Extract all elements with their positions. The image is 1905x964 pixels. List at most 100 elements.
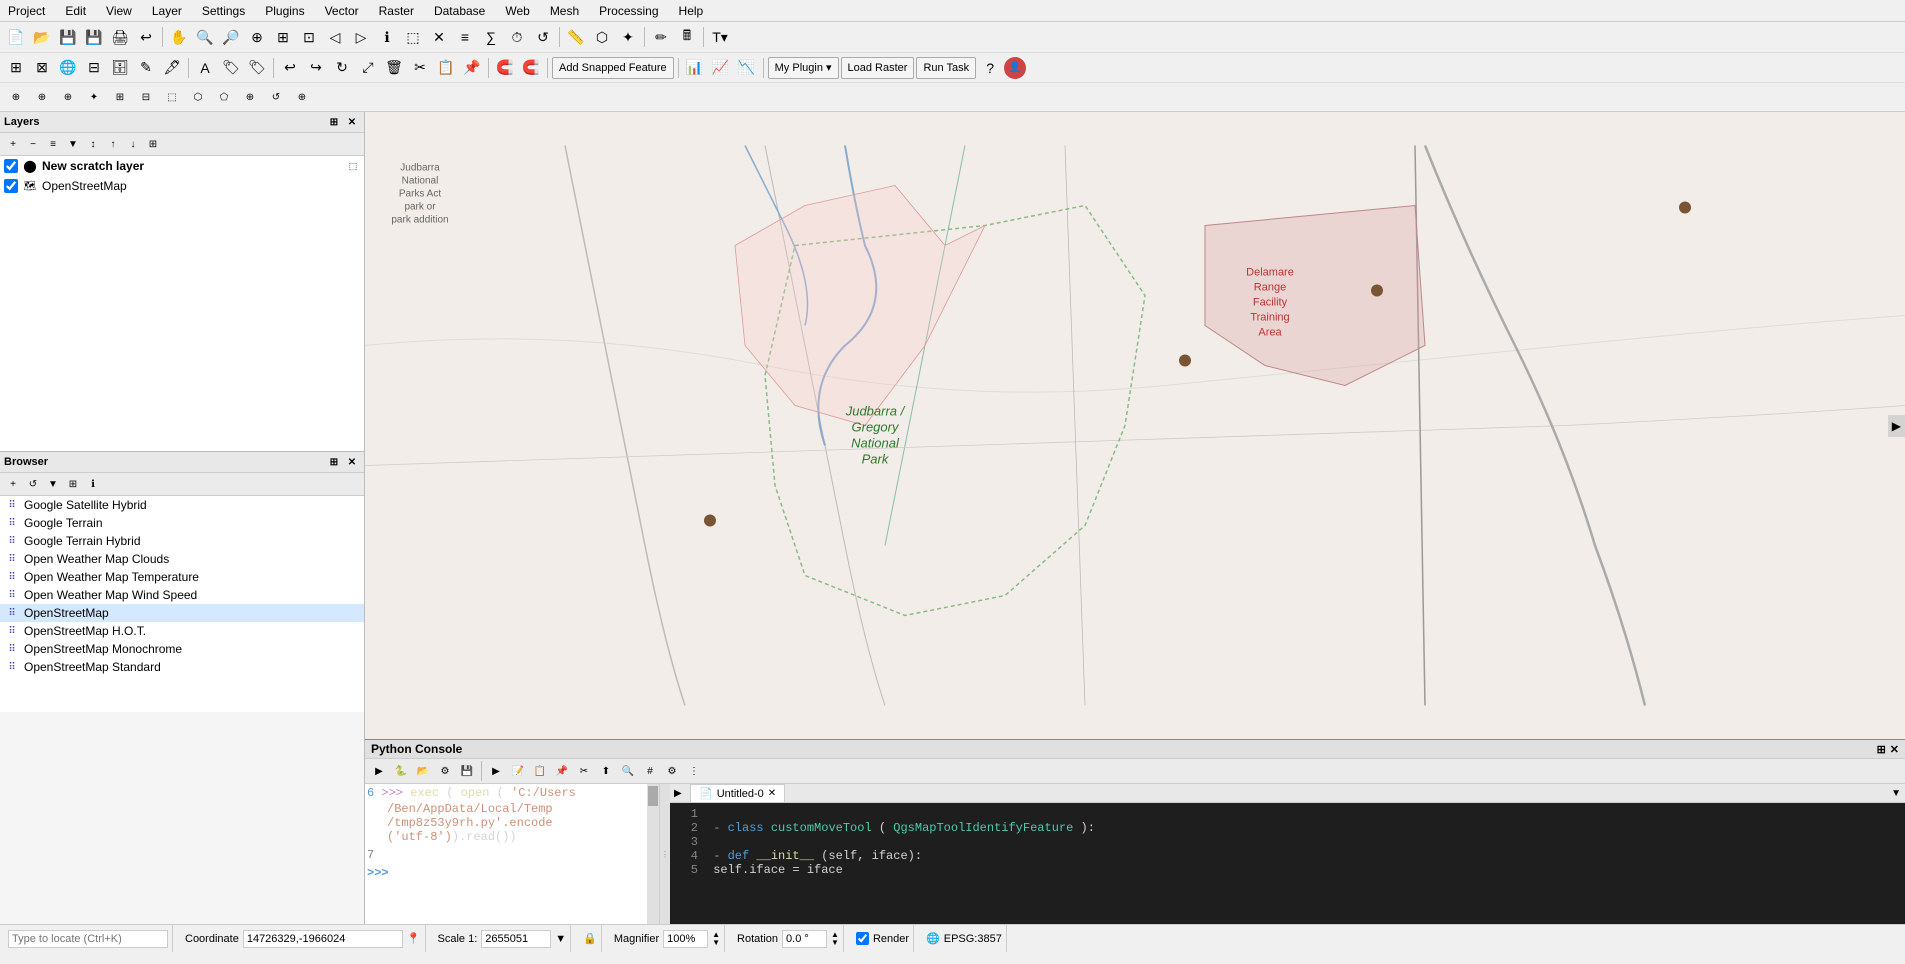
dig14-btn[interactable]: ⊕	[290, 85, 314, 109]
browser-close-btn[interactable]: ✕	[344, 454, 360, 470]
layers-close-btn[interactable]: ✕	[344, 114, 360, 130]
edit-pen-btn[interactable]: 🖋	[160, 56, 184, 80]
browser-item-owm-clouds[interactable]: ⠿ Open Weather Map Clouds	[0, 550, 364, 568]
browser-collapse-btn[interactable]: ⊞	[64, 475, 82, 493]
console-left[interactable]: 6 >>> exec ( open ( 'C:/Users /Ben/AppDa…	[365, 784, 660, 924]
open-btn[interactable]: 📂	[30, 25, 54, 49]
menu-project[interactable]: Project	[4, 3, 49, 19]
copy-btn[interactable]: 📋	[434, 56, 458, 80]
redo-btn[interactable]: ↪	[304, 56, 328, 80]
menu-vector[interactable]: Vector	[321, 3, 363, 19]
console-tab-close-btn[interactable]: ✕	[768, 788, 776, 799]
console-scroll-thumb[interactable]	[648, 786, 658, 806]
dig8-btn[interactable]: ⊟	[134, 85, 158, 109]
zoom-prev-btn[interactable]: ◁	[323, 25, 347, 49]
status-render-checkbox[interactable]	[856, 932, 869, 945]
console-tab-0[interactable]: 📄 Untitled-0 ✕	[690, 784, 785, 802]
console-tab-arrow-btn[interactable]: ▼	[1891, 788, 1901, 799]
refresh-btn[interactable]: ↺	[531, 25, 555, 49]
run-task-btn[interactable]: Run Task	[916, 57, 976, 79]
layer-scratch-checkbox[interactable]	[4, 159, 18, 173]
layout2-btn[interactable]: 📈	[709, 56, 733, 80]
layer-scratch-options-btn[interactable]: ⬚	[346, 159, 360, 173]
identify-btn[interactable]: ℹ	[375, 25, 399, 49]
select-btn[interactable]: ⬚	[401, 25, 425, 49]
layout-btn[interactable]: 📊	[683, 56, 707, 80]
print-btn[interactable]: 🖨	[108, 25, 132, 49]
dig4-btn[interactable]: ⊕	[30, 85, 54, 109]
console-code[interactable]: 1 2 - class customMoveTool ( QgsMapToolI…	[670, 803, 1905, 924]
menu-help[interactable]: Help	[675, 3, 708, 19]
digitize-btn[interactable]: ✏	[649, 25, 673, 49]
status-rotation-input[interactable]	[782, 930, 827, 948]
browser-filter-btn[interactable]: ▼	[44, 475, 62, 493]
status-coord-icon[interactable]: 📍	[407, 932, 421, 945]
dig12-btn[interactable]: ⊕	[238, 85, 262, 109]
layer-item-osm[interactable]: 🗺 OpenStreetMap	[0, 176, 364, 196]
layer-open-attr-btn[interactable]: ≡	[44, 135, 62, 153]
dig10-btn[interactable]: ⬡	[186, 85, 210, 109]
mag-down-icon[interactable]: ▼	[712, 939, 720, 947]
menu-edit[interactable]: Edit	[61, 3, 90, 19]
status-coordinate-input[interactable]	[243, 930, 403, 948]
open-attr-btn[interactable]: ≡	[453, 25, 477, 49]
annot-btn[interactable]: 🏷	[219, 56, 243, 80]
console-edit-btn[interactable]: 📝	[508, 761, 528, 781]
zoom-out-btn[interactable]: 🔎	[219, 25, 243, 49]
map-scroll-right[interactable]: ▶	[1888, 415, 1905, 437]
layer-add-btn[interactable]: +	[4, 135, 22, 153]
add-wms-btn[interactable]: 🌐	[56, 56, 80, 80]
add-raster-btn[interactable]: ⊞	[4, 56, 28, 80]
console-run-btn[interactable]: ▶	[369, 761, 389, 781]
menu-plugins[interactable]: Plugins	[261, 3, 308, 19]
rotate-btn[interactable]: ↻	[330, 56, 354, 80]
browser-item-owm-wind[interactable]: ⠿ Open Weather Map Wind Speed	[0, 586, 364, 604]
layer-sort-btn[interactable]: ↕	[84, 135, 102, 153]
browser-item-osm-std[interactable]: ⠿ OpenStreetMap Standard	[0, 658, 364, 676]
coords-btn[interactable]: ✦	[616, 25, 640, 49]
console-cut-btn[interactable]: ✂	[574, 761, 594, 781]
console-save-btn[interactable]: 💾	[457, 761, 477, 781]
status-crs-item[interactable]: 🌐 EPSG:3857	[922, 925, 1007, 952]
console-undock-btn[interactable]: ⊞	[1877, 743, 1886, 756]
console-left-scrollbar[interactable]	[647, 784, 659, 924]
console-find-btn[interactable]: #	[640, 761, 660, 781]
delete-btn[interactable]: 🗑	[382, 56, 406, 80]
user-btn[interactable]: 👤	[1004, 57, 1026, 79]
console-tab-expand-btn[interactable]: ▶	[674, 788, 690, 799]
browser-item-osm[interactable]: ⠿ OpenStreetMap	[0, 604, 364, 622]
save-btn[interactable]: 💾	[56, 25, 80, 49]
console-close-btn[interactable]: ✕	[1890, 743, 1899, 756]
map-canvas[interactable]: Judbarra / Gregory National Park Delamar…	[365, 112, 1905, 739]
console-python-btn[interactable]: 🐍	[391, 761, 411, 781]
measure-btn[interactable]: 📏	[564, 25, 588, 49]
status-scale-input[interactable]	[481, 930, 551, 948]
browser-item-google-sat[interactable]: ⠿ Google Satellite Hybrid	[0, 496, 364, 514]
console-options-btn[interactable]: ⚙	[662, 761, 682, 781]
menu-raster[interactable]: Raster	[375, 3, 418, 19]
browser-item-google-terrain-hybrid[interactable]: ⠿ Google Terrain Hybrid	[0, 532, 364, 550]
dig13-btn[interactable]: ↺	[264, 85, 288, 109]
layout3-btn[interactable]: 📉	[735, 56, 759, 80]
menu-web[interactable]: Web	[501, 3, 533, 19]
menu-settings[interactable]: Settings	[198, 3, 249, 19]
paste-btn[interactable]: 📌	[460, 56, 484, 80]
new-project-btn[interactable]: 📄	[4, 25, 28, 49]
menu-layer[interactable]: Layer	[148, 3, 186, 19]
my-plugin-btn[interactable]: My Plugin ▾	[768, 57, 839, 79]
browser-item-owm-temp[interactable]: ⠿ Open Weather Map Temperature	[0, 568, 364, 586]
browser-refresh-btn[interactable]: ↺	[24, 475, 42, 493]
console-import-btn[interactable]: ⬆	[596, 761, 616, 781]
status-rotation-spinner[interactable]: ▲ ▼	[831, 931, 839, 947]
browser-item-osm-mono[interactable]: ⠿ OpenStreetMap Monochrome	[0, 640, 364, 658]
dig9-btn[interactable]: ⬚	[160, 85, 184, 109]
browser-add-btn[interactable]: +	[4, 475, 22, 493]
browser-item-google-terrain[interactable]: ⠿ Google Terrain	[0, 514, 364, 532]
console-settings-btn[interactable]: ⚙	[435, 761, 455, 781]
stats-btn[interactable]: ∑	[479, 25, 503, 49]
annot2-btn[interactable]: 🏷	[245, 56, 269, 80]
zoom-next-btn[interactable]: ▷	[349, 25, 373, 49]
more-btn[interactable]: T▾	[708, 25, 732, 49]
add-wfs-btn[interactable]: ⊟	[82, 56, 106, 80]
status-magnifier-input[interactable]	[663, 930, 708, 948]
